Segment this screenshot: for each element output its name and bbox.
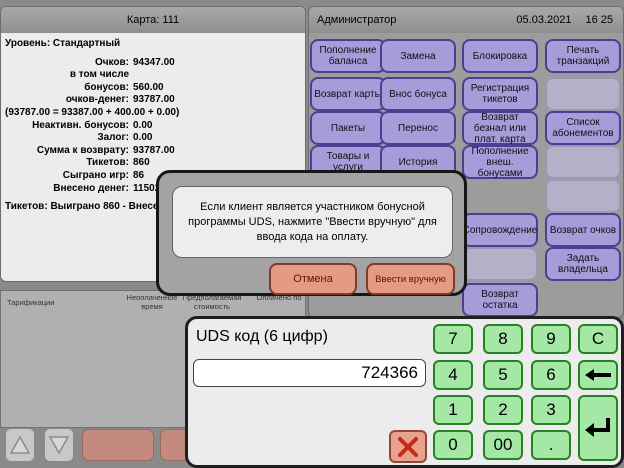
cancel-button[interactable]: Отмена [269,263,357,295]
key-6[interactable]: 6 [531,360,571,390]
scroll-down-button[interactable] [44,428,74,462]
return-points-button[interactable]: Возврат очков [545,213,621,247]
subscriptions-list-button[interactable]: Список абонементов [545,111,621,145]
return-card-button[interactable]: Возврат карты [310,77,386,111]
including-label: в том числе [69,69,129,81]
deposit-bonus-button[interactable]: Внос бонуса [380,77,456,111]
key-clear[interactable]: C [578,324,618,354]
card-header: Карта: 111 [1,7,305,33]
deposit-value: 0.00 [133,132,153,144]
including-row: в том числе [5,69,301,82]
tickets-value: 860 [133,157,150,169]
enter-key[interactable] [578,395,618,461]
enter-manually-button[interactable]: Ввести вручную [366,263,455,295]
key-1[interactable]: 1 [433,395,473,425]
arrow-down-icon [48,436,70,455]
backspace-arrow-icon [585,369,611,381]
points-formula: (93787.00 = 93387.00 + 400.00 + 0.00) [5,106,180,118]
packages-button[interactable]: Пакеты [310,111,386,145]
backspace-key[interactable] [578,360,618,390]
key-7[interactable]: 7 [433,324,473,354]
admin-title: Администратор [317,14,397,26]
disabled-menu-button[interactable] [545,179,621,213]
disabled-action-button[interactable] [82,429,154,461]
key-00[interactable]: 00 [483,430,523,460]
games-value: 86 [133,169,145,181]
points-value: 94347.00 [133,56,175,68]
bonuses-value: 560.00 [133,81,164,93]
tickets-row: Тикетов: 860 [5,157,301,170]
deposit-label: Залог: [97,132,129,144]
set-owner-button[interactable]: Задать владельца [545,247,621,281]
card-title: Карта: 111 [126,14,180,26]
inactive-bonuses-value: 0.00 [133,119,153,131]
cross-icon [398,436,418,457]
admin-header: Администратор 05.03.2021 16 25 [309,7,623,33]
points-label: Очков: [94,56,129,68]
key-4[interactable]: 4 [433,360,473,390]
key-9[interactable]: 9 [531,324,571,354]
dialog-message: Если клиент является участником бонусной… [172,186,453,258]
uds-code-input[interactable] [193,359,426,387]
uds-dialog: Если клиент является участником бонусной… [156,170,467,296]
topup-balance-button[interactable]: Пополнение баланса [310,39,386,73]
current-time: 16 25 [585,14,613,26]
money-points-label: очков-денег: [65,94,129,106]
scroll-up-button[interactable] [5,428,35,462]
uds-code-title: UDS код (6 цифр) [196,328,328,345]
deposit-row: Залог: 0.00 [5,132,301,145]
key-3[interactable]: 3 [531,395,571,425]
level-text: Уровень: Стандартный [5,38,121,49]
external-bonus-topup-button[interactable]: Пополнение внеш. бонусами [462,145,538,179]
key-5[interactable]: 5 [483,360,523,390]
current-date: 05.03.2021 [516,14,572,26]
refund-label: Сумма к возврату: [36,144,129,156]
money-in-label: Внесено денег: [53,182,129,194]
games-label: Сыграно игр: [62,169,129,181]
disabled-menu-button[interactable] [545,145,621,179]
key-dot[interactable]: . [531,430,571,460]
points-row: Очков: 94347.00 [5,57,301,70]
tickets-label: Тикетов: [86,157,129,169]
print-transactions-button[interactable]: Печать транзакций [545,39,621,73]
key-8[interactable]: 8 [483,324,523,354]
replace-button[interactable]: Замена [380,39,456,73]
uds-code-keypad: UDS код (6 цифр) 7 8 9 C 4 5 6 1 2 3 0 0… [185,316,624,468]
bonuses-label: бонусов: [84,81,129,93]
inactive-bonuses-row: Неактивн. бонусов: 0.00 [5,120,301,133]
delete-all-button[interactable] [389,430,427,463]
key-2[interactable]: 2 [483,395,523,425]
disabled-menu-button[interactable] [545,77,621,111]
return-remainder-button[interactable]: Возврат остатка [462,283,538,317]
block-button[interactable]: Блокировка [462,39,538,73]
arrow-up-icon [9,435,31,454]
money-points-value: 93787.00 [133,94,175,106]
escort-button[interactable]: Сопровождение [462,213,538,247]
refund-value: 93787.00 [133,144,175,156]
tarification-label: Тарификации [7,298,55,307]
transfer-button[interactable]: Перенос [380,111,456,145]
key-0[interactable]: 0 [433,430,473,460]
money-points-row: очков-денег: 93787.00 [5,94,301,107]
bonuses-row: бонусов: 560.00 [5,82,301,95]
disabled-menu-button[interactable] [462,247,538,281]
inactive-bonuses-label: Неактивн. бонусов: [32,119,129,131]
register-tickets-button[interactable]: Регистрация тикетов [462,77,538,111]
refund-row: Сумма к возврату: 93787.00 [5,145,301,158]
enter-arrow-icon [585,418,610,437]
cashless-refund-button[interactable]: Возврат безнал или плат. карта [462,111,538,145]
